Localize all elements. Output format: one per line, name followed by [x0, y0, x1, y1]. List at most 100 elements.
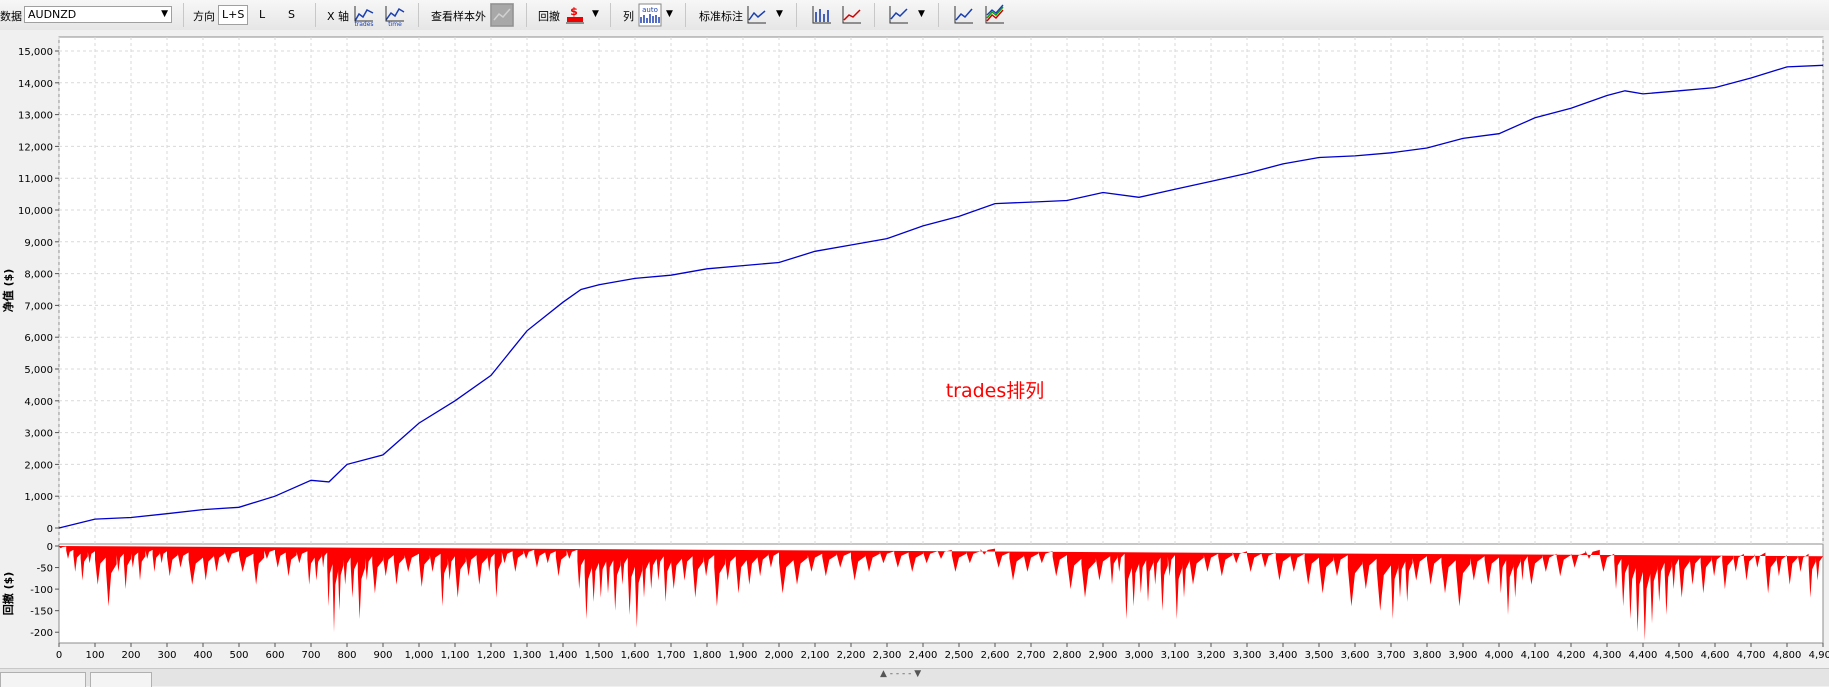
symbol-select[interactable]: AUDNZD ▼: [24, 6, 172, 23]
x-tick-label: 2,000: [765, 650, 794, 661]
x-tick-label: 3,700: [1377, 650, 1406, 661]
x-tick-label: 300: [157, 650, 176, 661]
toolbar: 数据 AUDNZD ▼ 方向 L+S L S X 轴 trades time 查…: [0, 0, 1829, 31]
overlay-chart-icon[interactable]: [745, 3, 769, 27]
xaxis-label: X 轴: [327, 10, 350, 23]
bar-chart-icon[interactable]: [810, 3, 834, 27]
x-tick-label: 1,100: [441, 650, 470, 661]
y-tick-label: 0: [47, 524, 53, 535]
chevron-down-icon[interactable]: ▼: [592, 9, 599, 19]
y-tick-label: 1,000: [24, 492, 53, 503]
y-tick-label: 4,000: [24, 397, 53, 408]
x-tick-label: 4,600: [1701, 650, 1730, 661]
x-tick-label: 2,900: [1089, 650, 1118, 661]
x-tick-label: 1,800: [693, 650, 722, 661]
chevron-down-icon: ▼: [161, 9, 168, 19]
x-tick-label: 500: [229, 650, 248, 661]
x-tick-label: 1,600: [621, 650, 650, 661]
separator: [874, 3, 875, 27]
columns-icon-text: auto: [642, 6, 658, 14]
compare-chart-icon[interactable]: [952, 3, 976, 27]
x-tick-label: 4,700: [1737, 650, 1766, 661]
out-of-sample-toggle-icon[interactable]: [490, 3, 514, 27]
time-icon-text: time: [388, 21, 402, 27]
line-chart-red-icon[interactable]: [840, 3, 864, 27]
trades-icon-text: trades: [354, 21, 373, 27]
x-tick-label: 2,400: [909, 650, 938, 661]
x-tick-label: 3,000: [1125, 650, 1154, 661]
x-tick-label: 1,700: [657, 650, 686, 661]
out-of-sample-label: 查看样本外: [431, 10, 486, 23]
y-tick-label: 0: [47, 542, 53, 553]
xaxis-trades-icon[interactable]: trades: [352, 3, 376, 27]
x-tick-label: 100: [85, 650, 104, 661]
separator: [315, 3, 316, 27]
x-tick-label: 2,300: [873, 650, 902, 661]
x-tick-label: 900: [373, 650, 392, 661]
y-tick-label: -100: [30, 585, 53, 596]
drawdown-dollar-icon[interactable]: $: [563, 3, 587, 27]
separator: [938, 3, 939, 27]
drawdown-y-axis-label: 回撤 ($): [1, 572, 15, 616]
line-chart-blue-icon[interactable]: [887, 3, 911, 27]
x-tick-label: 400: [193, 650, 212, 661]
y-tick-label: 14,000: [18, 79, 53, 90]
x-tick-label: 2,200: [837, 650, 866, 661]
bottom-bar: ▲ - - - - ▼: [0, 668, 1829, 687]
x-tick-label: 1,000: [405, 650, 434, 661]
separator: [183, 3, 184, 27]
x-tick-label: 3,400: [1269, 650, 1298, 661]
chevron-down-icon[interactable]: ▼: [666, 9, 673, 19]
x-tick-label: 4,200: [1557, 650, 1586, 661]
symbol-value: AUDNZD: [28, 8, 77, 21]
x-tick-label: 4,800: [1773, 650, 1802, 661]
x-tick-label: 4,300: [1593, 650, 1622, 661]
x-tick-label: 3,800: [1413, 650, 1442, 661]
separator: [685, 3, 686, 27]
y-tick-label: 10,000: [18, 206, 53, 217]
x-tick-label: 4,000: [1485, 650, 1514, 661]
x-tick-label: 1,200: [477, 650, 506, 661]
chevron-down-icon[interactable]: ▼: [776, 9, 783, 19]
x-tick-label: 2,800: [1053, 650, 1082, 661]
x-tick-label: 0: [56, 650, 62, 661]
chart-area: 0 1,000 2,000 3,000 4,000 5,000 6,000 7,000 8,00…: [0, 30, 1829, 668]
y-tick-label: 11,000: [18, 174, 53, 185]
x-tick-label: 4,900: [1809, 650, 1829, 661]
y-tick-label: 3,000: [24, 429, 53, 440]
y-tick-label: 12,000: [18, 142, 53, 153]
x-tick-label: 1,900: [729, 650, 758, 661]
overlay-label: 标准标注: [699, 10, 743, 23]
x-tick-label: 1,300: [513, 650, 542, 661]
x-tick-label: 800: [337, 650, 356, 661]
chevron-down-icon[interactable]: ▼: [918, 9, 925, 19]
equity-plot-background: [58, 36, 1824, 545]
y-tick-label: -200: [30, 628, 53, 639]
y-tick-label: 13,000: [18, 111, 53, 122]
x-tick-label: 700: [301, 650, 320, 661]
splitter-handle-icon[interactable]: ▲ - - - - ▼: [880, 669, 921, 679]
y-tick-label: 15,000: [18, 47, 53, 58]
separator: [796, 3, 797, 27]
x-tick-label: 3,600: [1341, 650, 1370, 661]
y-tick-label: -50: [37, 564, 53, 575]
x-tick-label: 4,500: [1665, 650, 1694, 661]
multi-series-chart-icon[interactable]: [983, 3, 1007, 27]
direction-ls-button[interactable]: L+S: [218, 5, 249, 25]
y-tick-label: 6,000: [24, 333, 53, 344]
x-tick-label: 4,100: [1521, 650, 1550, 661]
columns-label: 列: [623, 10, 634, 23]
direction-l-button[interactable]: L: [259, 8, 265, 21]
y-tick-label: 5,000: [24, 365, 53, 376]
columns-auto-icon[interactable]: auto: [638, 3, 662, 27]
direction-s-button[interactable]: S: [288, 8, 295, 21]
x-tick-label: 3,200: [1197, 650, 1226, 661]
y-tick-label: 7,000: [24, 301, 53, 312]
x-tick-label: 1,500: [585, 650, 614, 661]
x-tick-label: 2,600: [981, 650, 1010, 661]
y-tick-label: 2,000: [24, 460, 53, 471]
x-tick-label: 4,400: [1629, 650, 1658, 661]
separator: [418, 3, 419, 27]
xaxis-time-icon[interactable]: time: [383, 3, 407, 27]
drawdown-label: 回撤: [538, 10, 560, 23]
